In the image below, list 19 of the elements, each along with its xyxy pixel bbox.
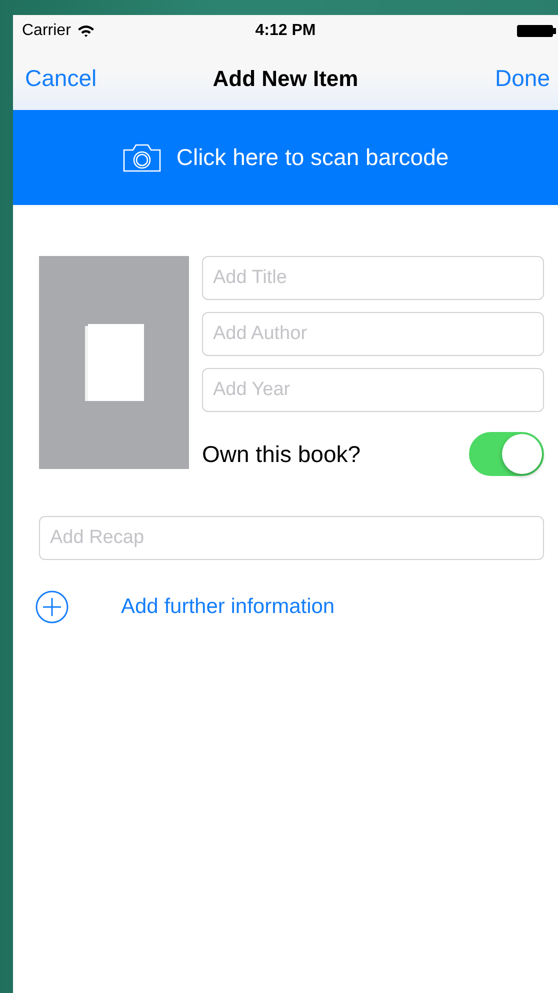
recap-field[interactable]: Add Recap — [39, 516, 544, 560]
text-field[interactable]: Add Author — [202, 312, 544, 356]
carrier-label: Carrier — [22, 22, 71, 40]
camera-icon — [122, 142, 162, 172]
done-button[interactable]: Done — [495, 65, 550, 92]
nav-title: Add New Item — [212, 66, 360, 92]
status-time: 4:12 PM — [254, 22, 317, 40]
battery-icon — [516, 24, 556, 38]
wifi-icon — [76, 24, 95, 38]
cancel-button[interactable]: Cancel — [25, 65, 97, 92]
own-book-label: Own this book? — [202, 440, 361, 468]
scan-barcode-button[interactable]: Click here to scan barcode — [13, 110, 558, 205]
text-field[interactable]: Add Title — [202, 256, 544, 300]
text-field[interactable]: Add Year — [202, 368, 544, 412]
book-icon — [84, 324, 144, 401]
add-circle-icon — [35, 590, 69, 624]
add-further-information-link[interactable]: Add further information — [121, 595, 335, 619]
cover-placeholder[interactable] — [39, 256, 189, 469]
own-book-switch[interactable] — [469, 432, 544, 476]
